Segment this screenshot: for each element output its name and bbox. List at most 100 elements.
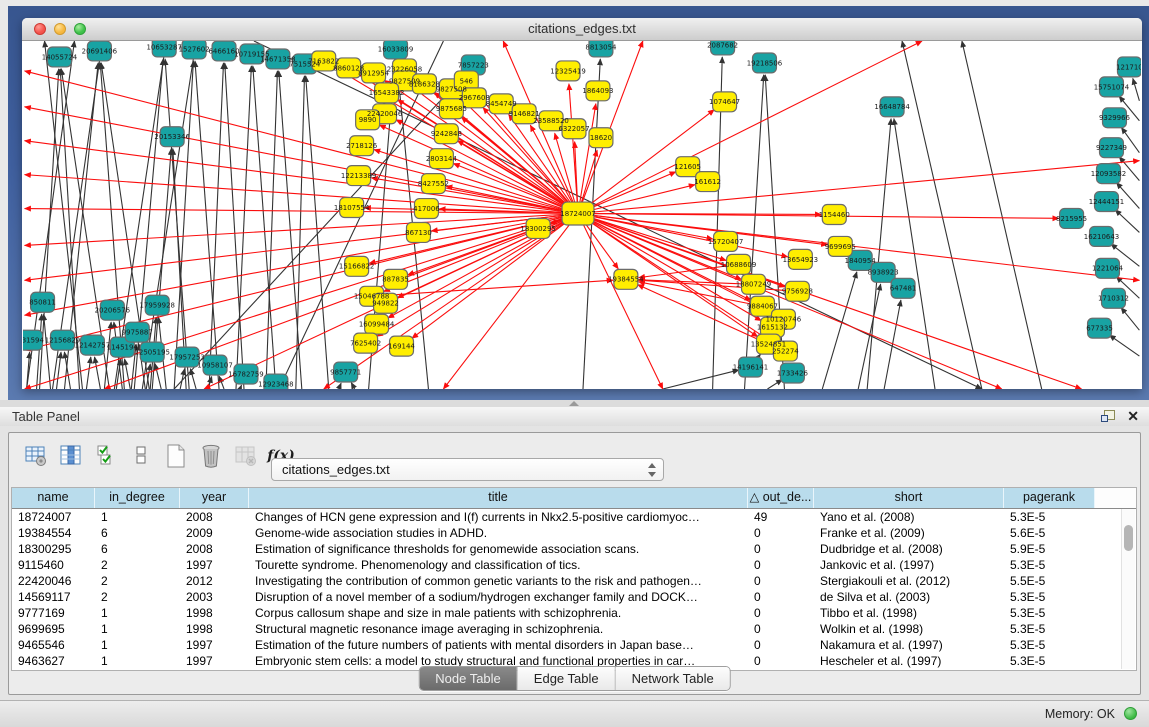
- delete-column-disabled-icon[interactable]: [233, 443, 259, 469]
- table-row[interactable]: 2242004622012Investigating the contribut…: [12, 573, 1136, 589]
- delete-table-icon[interactable]: [198, 443, 224, 469]
- cell-title[interactable]: Genome-wide association studies in ADHD.: [249, 525, 748, 541]
- float-panel-icon[interactable]: [1101, 410, 1115, 423]
- cell-out_de[interactable]: 0: [748, 605, 814, 621]
- cell-out_de[interactable]: 0: [748, 557, 814, 573]
- cell-in_degree[interactable]: 1: [95, 637, 180, 653]
- cell-title[interactable]: Structural magnetic resonance image aver…: [249, 621, 748, 637]
- column-header-out_de[interactable]: △ out_de...: [748, 488, 814, 508]
- cell-short[interactable]: Dudbridge et al. (2008): [814, 541, 1004, 557]
- cell-short[interactable]: Wolkin et al. (1998): [814, 621, 1004, 637]
- new-table-icon[interactable]: [163, 443, 189, 469]
- cell-name[interactable]: 14569117: [12, 589, 95, 605]
- cell-title[interactable]: Changes of HCN gene expression and I(f) …: [249, 509, 748, 525]
- network-graph[interactable]: 1405572420691406106532871527602646616010…: [23, 41, 1141, 389]
- cell-year[interactable]: 1997: [180, 557, 249, 573]
- cell-in_degree[interactable]: 6: [95, 541, 180, 557]
- divider-grip-icon[interactable]: [569, 401, 579, 406]
- cell-out_de[interactable]: 0: [748, 621, 814, 637]
- network-window[interactable]: citations_edges.txt 14055724206914061065…: [22, 18, 1142, 389]
- tab-edge-table[interactable]: Edge Table: [518, 667, 616, 690]
- cell-short[interactable]: de Silva et al. (2003): [814, 589, 1004, 605]
- cell-short[interactable]: Nakamura et al. (1997): [814, 637, 1004, 653]
- cell-year[interactable]: 2008: [180, 541, 249, 557]
- cell-out_de[interactable]: 0: [748, 541, 814, 557]
- cell-pagerank[interactable]: 5.9E-5: [1004, 541, 1095, 557]
- table-row[interactable]: 1830029562008Estimation of significance …: [12, 541, 1136, 557]
- column-header-short[interactable]: short: [814, 488, 1004, 508]
- cell-title[interactable]: Disruption of a novel member of a sodium…: [249, 589, 748, 605]
- cell-pagerank[interactable]: 5.3E-5: [1004, 621, 1095, 637]
- column-header-name[interactable]: name: [12, 488, 95, 508]
- table-row[interactable]: 1456911722003Disruption of a novel membe…: [12, 589, 1136, 605]
- cell-in_degree[interactable]: 2: [95, 573, 180, 589]
- cell-name[interactable]: 9115460: [12, 557, 95, 573]
- cell-in_degree[interactable]: 1: [95, 509, 180, 525]
- cell-in_degree[interactable]: 2: [95, 557, 180, 573]
- table-row[interactable]: 1938455462009Genome-wide association stu…: [12, 525, 1136, 541]
- select-column-icon[interactable]: [58, 443, 84, 469]
- cell-name[interactable]: 18724007: [12, 509, 95, 525]
- cell-in_degree[interactable]: 1: [95, 621, 180, 637]
- column-header-pagerank[interactable]: pagerank: [1004, 488, 1095, 508]
- network-table-selector[interactable]: citations_edges.txt: [271, 458, 664, 481]
- cell-title[interactable]: Estimation of significance thresholds fo…: [249, 541, 748, 557]
- cell-year[interactable]: 1998: [180, 621, 249, 637]
- cell-name[interactable]: 19384554: [12, 525, 95, 541]
- cell-title[interactable]: Investigating the contribution of common…: [249, 573, 748, 589]
- cell-year[interactable]: 1997: [180, 637, 249, 653]
- cell-title[interactable]: Tourette syndrome. Phenomenology and cla…: [249, 557, 748, 573]
- tab-network-table[interactable]: Network Table: [616, 667, 730, 690]
- network-canvas[interactable]: 1405572420691406106532871527602646616010…: [23, 41, 1141, 389]
- cell-short[interactable]: Jankovic et al. (1997): [814, 557, 1004, 573]
- column-header-in_degree[interactable]: in_degree: [95, 488, 180, 508]
- window-titlebar[interactable]: citations_edges.txt: [22, 18, 1142, 41]
- column-header-year[interactable]: year: [180, 488, 249, 508]
- cell-out_de[interactable]: 49: [748, 509, 814, 525]
- select-rows-icon[interactable]: [93, 443, 119, 469]
- cell-name[interactable]: 18300295: [12, 541, 95, 557]
- table-row[interactable]: 946554611997Estimation of the future num…: [12, 637, 1136, 653]
- cell-in_degree[interactable]: 1: [95, 605, 180, 621]
- cell-name[interactable]: 22420046: [12, 573, 95, 589]
- cell-short[interactable]: Franke et al. (2009): [814, 525, 1004, 541]
- cell-pagerank[interactable]: 5.3E-5: [1004, 557, 1095, 573]
- cell-short[interactable]: Stergiakouli et al. (2012): [814, 573, 1004, 589]
- cell-out_de[interactable]: 0: [748, 589, 814, 605]
- split-divider[interactable]: [0, 400, 1149, 407]
- cell-year[interactable]: 2009: [180, 525, 249, 541]
- cell-out_de[interactable]: 0: [748, 573, 814, 589]
- cell-pagerank[interactable]: 5.3E-5: [1004, 637, 1095, 653]
- cell-pagerank[interactable]: 5.6E-5: [1004, 525, 1095, 541]
- cell-in_degree[interactable]: 2: [95, 589, 180, 605]
- cell-year[interactable]: 2003: [180, 589, 249, 605]
- table-row[interactable]: 1872400712008Changes of HCN gene express…: [12, 509, 1136, 525]
- cell-year[interactable]: 1998: [180, 605, 249, 621]
- cell-year[interactable]: 2008: [180, 509, 249, 525]
- table-row[interactable]: 969969511998Structural magnetic resonanc…: [12, 621, 1136, 637]
- row-height-icon[interactable]: [128, 443, 154, 469]
- cell-name[interactable]: 9699695: [12, 621, 95, 637]
- cell-short[interactable]: Tibbo et al. (1998): [814, 605, 1004, 621]
- cell-pagerank[interactable]: 5.3E-5: [1004, 589, 1095, 605]
- cell-name[interactable]: 9777169: [12, 605, 95, 621]
- cell-year[interactable]: 2012: [180, 573, 249, 589]
- scrollbar-thumb[interactable]: [1124, 525, 1133, 551]
- cell-out_de[interactable]: 0: [748, 525, 814, 541]
- cell-pagerank[interactable]: 5.5E-5: [1004, 573, 1095, 589]
- tab-node-table[interactable]: Node Table: [419, 667, 518, 690]
- cell-pagerank[interactable]: 5.3E-5: [1004, 509, 1095, 525]
- cell-in_degree[interactable]: 6: [95, 525, 180, 541]
- cell-title[interactable]: Corpus callosum shape and size in male p…: [249, 605, 748, 621]
- table-row[interactable]: 911546021997Tourette syndrome. Phenomeno…: [12, 557, 1136, 573]
- cell-out_de[interactable]: 0: [748, 637, 814, 653]
- table-row[interactable]: 977716911998Corpus callosum shape and si…: [12, 605, 1136, 621]
- table-scrollbar[interactable]: [1121, 509, 1135, 669]
- column-settings-icon[interactable]: [23, 443, 49, 469]
- column-header-title[interactable]: title: [249, 488, 748, 508]
- cell-name[interactable]: 9465546: [12, 637, 95, 653]
- close-panel-icon[interactable]: ✕: [1127, 409, 1139, 423]
- cell-pagerank[interactable]: 5.3E-5: [1004, 605, 1095, 621]
- cell-short[interactable]: Yano et al. (2008): [814, 509, 1004, 525]
- cell-title[interactable]: Estimation of the future numbers of pati…: [249, 637, 748, 653]
